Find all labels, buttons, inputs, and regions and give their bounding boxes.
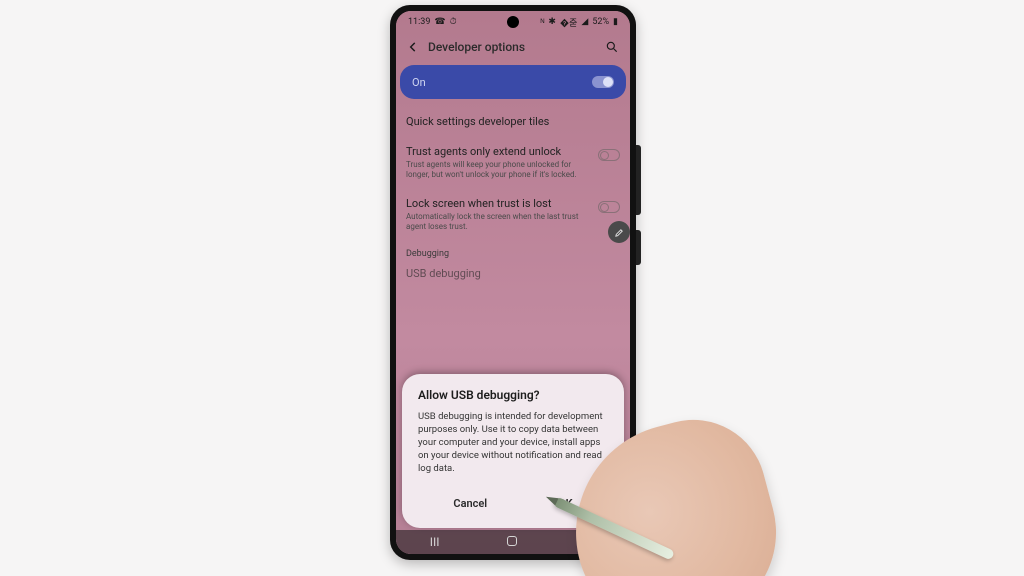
developer-options-master-toggle[interactable]: On [400,65,626,99]
camera-cutout [507,16,519,28]
side-button [636,145,641,215]
settings-list: Quick settings developer tiles Trust age… [406,107,620,289]
back-button[interactable] [406,40,422,54]
row-label: Quick settings developer tiles [406,115,620,128]
quick-settings-tiles-row[interactable]: Quick settings developer tiles [406,107,620,137]
cancel-button[interactable]: Cancel [441,491,499,516]
status-time: 11:39 [408,17,430,27]
toggle-off-icon[interactable] [598,201,620,213]
status-stopwatch-icon: ⏱ [450,17,457,27]
side-button [636,230,641,265]
nav-home-icon[interactable] [507,535,517,549]
dialog-title: Allow USB debugging? [418,388,608,402]
battery-icon: ▮ [613,17,618,27]
nav-recents-icon[interactable]: III [430,535,440,549]
row-subtitle: Trust agents will keep your phone unlock… [406,160,590,180]
row-label: USB debugging [406,267,620,280]
signal-icon: ◢ [581,17,588,27]
nfc-icon: ᴺ [540,17,544,28]
trust-agents-extend-row[interactable]: Trust agents only extend unlock Trust ag… [406,137,620,189]
screen-header: Developer options [396,33,630,61]
usb-debugging-row[interactable]: USB debugging [406,259,620,289]
row-label: Lock screen when trust is lost [406,197,590,210]
wifi-icon: �줃 [560,16,578,29]
search-button[interactable] [604,40,620,54]
battery-text: 52% [592,17,609,27]
toggle-off-icon[interactable] [598,149,620,161]
lock-screen-trust-row[interactable]: Lock screen when trust is lost Automatic… [406,189,620,241]
row-label: Trust agents only extend unlock [406,145,590,158]
on-label: On [412,76,426,89]
status-call-icon: ☎ [434,17,445,27]
page-title: Developer options [428,40,604,54]
section-caption-debugging: Debugging [406,249,620,259]
bluetooth-icon: ✱ [548,17,556,27]
dialog-body: USB debugging is intended for developmen… [418,410,608,475]
master-switch-icon [592,76,614,88]
row-subtitle: Automatically lock the screen when the l… [406,212,590,232]
edit-fab[interactable] [608,221,630,243]
